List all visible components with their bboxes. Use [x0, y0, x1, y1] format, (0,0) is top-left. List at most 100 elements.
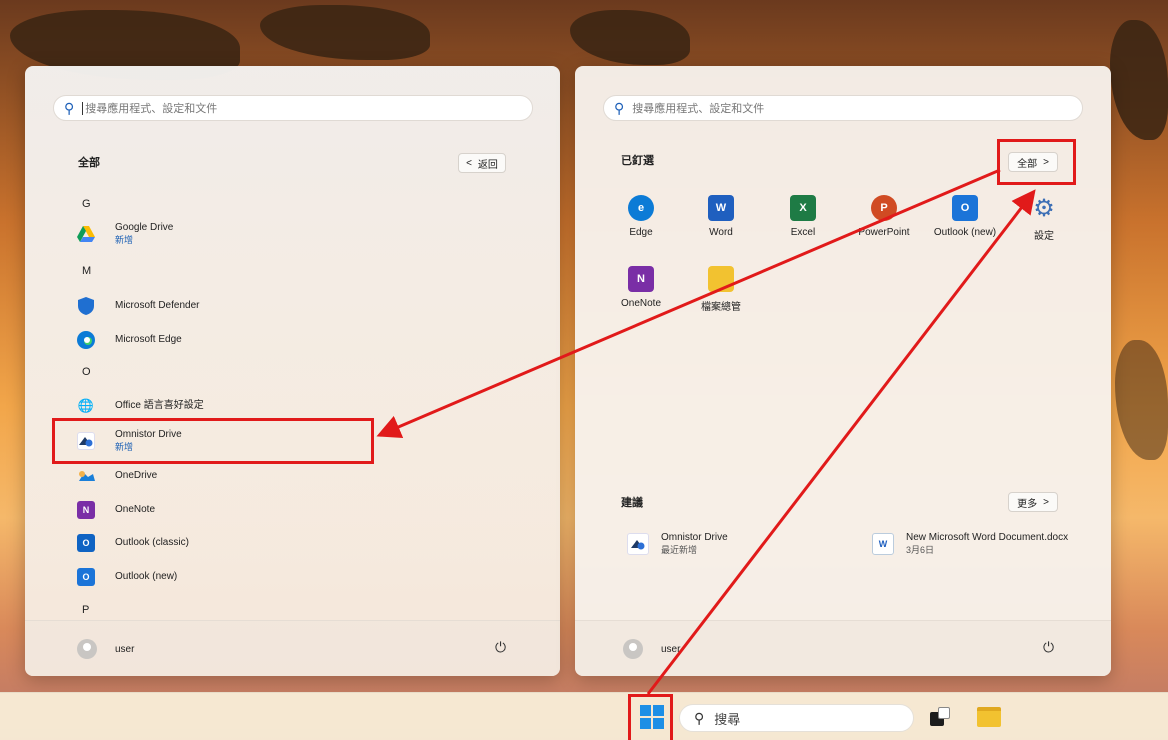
search-input[interactable]: ⚲ 搜尋應用程式、設定和文件 [53, 95, 533, 121]
recommended-name: Omnistor Drive [661, 532, 728, 543]
background-tree [570, 10, 690, 65]
app-name: Outlook (classic) [115, 537, 189, 548]
background-tree [1115, 340, 1168, 460]
search-icon: ⚲ [64, 99, 75, 116]
background-tree [1110, 20, 1168, 140]
avatar [623, 639, 643, 659]
user-name: user [661, 643, 681, 655]
pinned-label: Excel [790, 227, 816, 238]
app-office-language[interactable]: 🌐 Office 語言喜好設定 [77, 392, 377, 420]
edge-icon [77, 331, 95, 349]
start-menu-all-apps: ⚲ 搜尋應用程式、設定和文件 全部 < 返回 G Google Drive 新增 … [25, 66, 560, 676]
onedrive-icon [77, 467, 95, 485]
task-view-button[interactable] [930, 707, 952, 727]
app-outlook-new[interactable]: O Outlook (new) [77, 563, 377, 591]
pinned-label: 設定 [1034, 231, 1054, 242]
outlook-new-icon: O [952, 195, 978, 221]
excel-icon: X [790, 195, 816, 221]
search-placeholder: 搜尋應用程式、設定和文件 [632, 103, 765, 115]
pinned-word[interactable]: W Word [686, 195, 756, 238]
highlight-omnistor-drive [52, 418, 374, 464]
app-onedrive[interactable]: OneDrive [77, 462, 377, 490]
onenote-icon: N [77, 501, 95, 519]
more-label: 更多 [1017, 498, 1038, 510]
app-google-drive[interactable]: Google Drive 新增 [77, 220, 377, 248]
pinned-file-explorer[interactable]: 檔案總管 [686, 266, 756, 313]
pinned-excel[interactable]: X Excel [768, 195, 838, 238]
pinned-outlook-new[interactable]: O Outlook (new) [930, 195, 1000, 238]
gear-icon: ⚙ [1033, 194, 1055, 222]
omnistor-drive-icon [627, 533, 649, 555]
language-icon: 🌐 [77, 398, 95, 413]
chevron-right-icon: > [1043, 496, 1049, 508]
edge-icon: e [628, 195, 654, 221]
app-outlook-classic[interactable]: O Outlook (classic) [77, 529, 377, 557]
letter-header-o[interactable]: O [82, 366, 91, 378]
app-name: Outlook (new) [115, 571, 178, 582]
app-microsoft-edge[interactable]: Microsoft Edge [77, 326, 377, 354]
highlight-all-apps-button [997, 139, 1076, 185]
taskbar-search-label: 搜尋 [714, 711, 741, 727]
letter-header-m[interactable]: M [82, 265, 91, 277]
pinned-title: 已釘選 [621, 155, 654, 167]
shield-icon [77, 297, 95, 315]
pinned-label: 檔案總管 [701, 302, 741, 313]
back-button[interactable]: < 返回 [458, 153, 506, 173]
pinned-label: PowerPoint [858, 227, 910, 238]
file-explorer-taskbar-icon[interactable] [977, 707, 1001, 727]
user-account-button[interactable]: user [623, 639, 680, 659]
text-caret [82, 101, 84, 115]
powerpoint-icon: P [871, 195, 897, 221]
recommended-sub: 3月6日 [906, 545, 935, 555]
app-name: OneNote [115, 504, 156, 515]
app-name: Office 語言喜好設定 [115, 400, 204, 411]
app-name: Microsoft Defender [115, 300, 200, 311]
start-footer: user ⏻ [25, 620, 560, 676]
pinned-onenote[interactable]: N OneNote [606, 266, 676, 309]
pinned-label: Outlook (new) [933, 227, 997, 238]
power-icon[interactable]: ⏻ [495, 639, 506, 656]
start-footer: user ⏻ [575, 620, 1111, 676]
app-name: OneDrive [115, 470, 158, 481]
recommended-sub: 最近新增 [661, 545, 698, 555]
google-drive-icon [77, 225, 95, 243]
outlook-classic-icon: O [77, 534, 95, 552]
recommended-name: New Microsoft Word Document.docx [906, 532, 1069, 543]
chevron-left-icon: < [466, 157, 472, 169]
new-badge: 新增 [115, 235, 134, 245]
search-icon: ⚲ [614, 99, 625, 116]
section-title-all: 全部 [78, 157, 100, 169]
app-onenote[interactable]: N OneNote [77, 496, 377, 524]
pinned-label: Word [709, 227, 733, 238]
search-input[interactable]: ⚲ 搜尋應用程式、設定和文件 [603, 95, 1083, 121]
letter-header-p[interactable]: P [82, 604, 89, 616]
search-placeholder: 搜尋應用程式、設定和文件 [85, 103, 218, 115]
folder-icon [708, 266, 734, 292]
avatar [77, 639, 97, 659]
letter-header-g[interactable]: G [82, 198, 91, 210]
app-microsoft-defender[interactable]: Microsoft Defender [77, 292, 377, 320]
recommended-title: 建議 [621, 497, 643, 509]
recommended-omnistor-drive[interactable]: Omnistor Drive 最近新增 [627, 532, 728, 556]
app-name: Microsoft Edge [115, 334, 182, 345]
taskbar: ⚲ 搜尋 [0, 692, 1168, 740]
pinned-settings[interactable]: ⚙ 設定 [1009, 194, 1079, 243]
pinned-edge[interactable]: e Edge [606, 195, 676, 238]
taskbar-search[interactable]: ⚲ 搜尋 [679, 704, 914, 732]
search-icon: ⚲ [694, 709, 705, 726]
highlight-start-button [628, 694, 673, 740]
task-view-icon [938, 707, 950, 719]
power-icon[interactable]: ⏻ [1043, 639, 1054, 656]
app-name: Google Drive [115, 222, 174, 233]
pinned-powerpoint[interactable]: P PowerPoint [849, 195, 919, 238]
onenote-icon: N [628, 266, 654, 292]
recommended-word-document[interactable]: W New Microsoft Word Document.docx 3月6日 [872, 532, 1068, 556]
user-name: user [115, 643, 135, 655]
word-document-icon: W [872, 533, 894, 555]
pinned-label: OneNote [620, 298, 662, 309]
pinned-label: Edge [629, 227, 653, 238]
more-button[interactable]: 更多 > [1008, 492, 1058, 512]
user-account-button[interactable]: user [77, 639, 134, 659]
back-label: 返回 [477, 159, 498, 171]
word-icon: W [708, 195, 734, 221]
